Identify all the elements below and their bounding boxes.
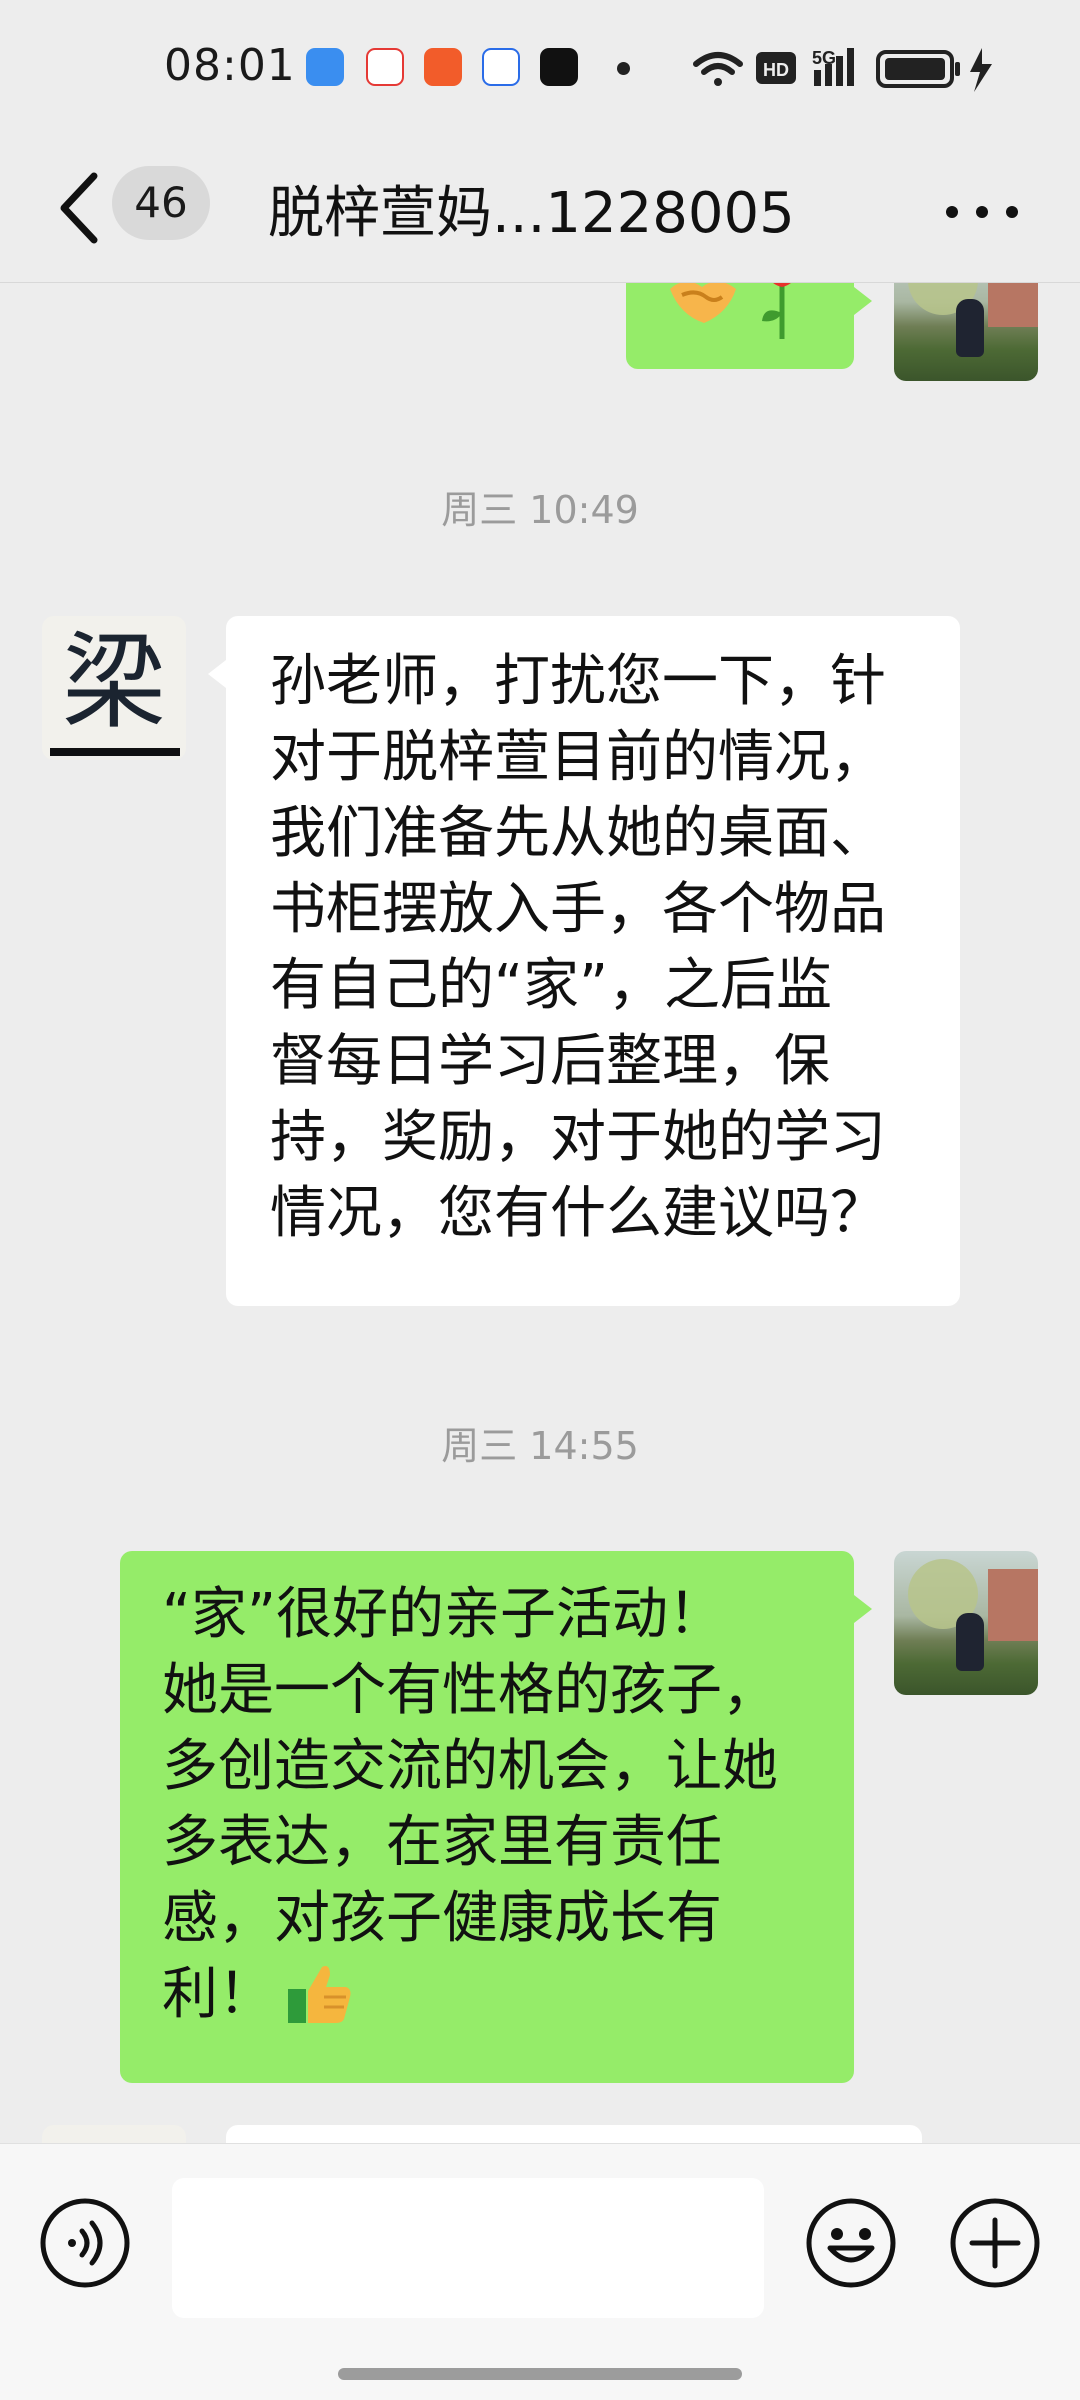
message-line: 她是一个有性格的孩子， [162,1658,778,1723]
wifi-icon [693,52,743,86]
chat-header: 46 脱梓萱妈...1228005 [0,136,1080,282]
message-timestamp: 周三 10:49 [441,488,639,532]
message-input[interactable] [172,2178,764,2318]
status-bar: 08:01 HD 5G [0,0,1080,136]
charging-bolt-icon [970,48,992,92]
video-app-notification-icon [366,48,404,86]
received-message-bubble[interactable]: 孙老师，打扰您一下，针 对于脱梓萱目前的情况， 我们准备先从她的桌面、 书柜摆放… [208,616,960,1306]
camera-app-notification-icon [424,48,462,86]
message-list[interactable]: 周三 10:49 梁 孙老师，打扰您一下，针 对于脱梓萱目前的情况， 我们准备先… [0,283,1080,2143]
chat-input-bar [0,2143,1080,2400]
message-line: 孙老师，打扰您一下，针 [270,649,886,714]
contact-avatar[interactable] [42,2125,186,2143]
sent-message-bubble[interactable]: “家”很好的亲子活动！ 她是一个有性格的孩子， 多创造交流的机会，让她 多表达，… [120,1551,872,2083]
handshake-emoji-icon [670,283,736,323]
message-line: 多表达，在家里有责任 [162,1810,722,1875]
my-avatar[interactable] [894,283,1038,381]
home-indicator[interactable] [338,2368,742,2380]
more-dot-icon [1006,206,1018,218]
message-line: 对于脱梓萱目前的情况， [270,725,886,790]
message-line: “家”很好的亲子活动！ [162,1582,725,1647]
chat-title: 脱梓萱妈...1228005 [268,181,795,246]
more-options-button[interactable] [940,180,1024,240]
svg-text:5G: 5G [812,48,836,68]
message-line: 持，奖励，对于她的学习 [270,1105,886,1170]
tiktok-app-notification-icon [540,48,578,86]
system-status-icons: HD 5G [693,48,992,92]
voice-input-button[interactable] [38,2196,132,2290]
message-line: 多创造交流的机会，让她 [162,1734,778,1799]
message-line: 书柜摆放入手，各个物品 [270,877,886,942]
more-functions-plus-button[interactable] [948,2196,1042,2290]
signal-5g-icon: 5G [812,48,854,86]
message-last-line: 利！ [162,1957,824,2033]
message-line: 感，对孩子健康成长有 [162,1886,722,1951]
received-message-bubble[interactable] [226,2125,922,2143]
more-dot-icon [976,206,988,218]
my-avatar[interactable] [894,1551,1038,1695]
svg-text:HD: HD [763,60,789,80]
more-notifications-dot-icon [617,62,630,75]
back-button[interactable] [50,168,110,248]
more-dot-icon [946,206,958,218]
battery-icon [876,50,960,88]
emoji-picker-button[interactable] [804,2196,898,2290]
sent-message-bubble[interactable] [626,283,872,369]
message-app-notification-icon [306,48,344,86]
message-line: 我们准备先从她的桌面、 [270,801,886,866]
rose-emoji-icon [762,283,791,339]
message-line: 督每日学习后整理，保 [270,1029,830,1094]
message-timestamp: 周三 14:55 [441,1424,639,1468]
thumbs-up-emoji-icon [288,1966,351,2023]
baidu-app-notification-icon [482,48,520,86]
status-time: 08:01 [164,40,296,91]
message-line: 情况，您有什么建议吗？ [270,1181,886,1246]
message-line: 有自己的“家”，之后监 [270,953,833,1018]
contact-avatar[interactable]: 梁 [42,616,186,760]
hd-badge-icon: HD [756,52,796,84]
message-line: 利！ [162,1962,274,2027]
unread-count-badge[interactable]: 46 [112,166,210,240]
